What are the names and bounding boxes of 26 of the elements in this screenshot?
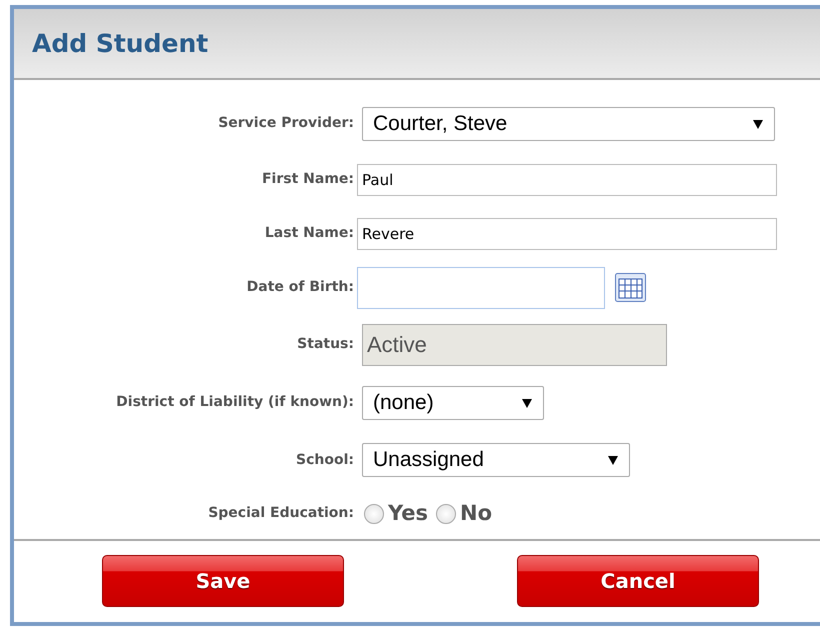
field-label: Date of Birth:: [246, 278, 355, 298]
dialog-title: Add Student: [32, 28, 208, 60]
field-label: School:: [295, 450, 355, 470]
save-button[interactable]: Save: [102, 555, 344, 608]
dropdown[interactable]: (none): [362, 386, 544, 420]
text-field[interactable]: Revere: [357, 218, 777, 250]
caret-icon: [607, 454, 619, 466]
caret-icon: [521, 396, 533, 409]
field-label: First Name:: [260, 170, 355, 190]
radio-button[interactable]: [436, 504, 456, 524]
field-label: District of Liability (if known):: [115, 393, 355, 412]
radio-label: No: [460, 500, 492, 527]
field-label: Status:: [296, 335, 355, 354]
calendar-icon[interactable]: [615, 273, 646, 302]
field-label: Last Name:: [264, 224, 355, 244]
field-label: Service Provider:: [217, 114, 355, 134]
radio-button[interactable]: [364, 504, 384, 524]
status-field: Active: [362, 324, 667, 366]
field-label: Special Education:: [207, 504, 355, 524]
caret-icon: [752, 118, 764, 130]
dropdown[interactable]: Unassigned: [362, 443, 630, 478]
dropdown[interactable]: Courter, Steve: [362, 106, 775, 141]
cancel-button[interactable]: Cancel: [517, 555, 759, 608]
text-field[interactable]: Paul: [357, 164, 777, 196]
radio-label: Yes: [388, 500, 428, 527]
date-field[interactable]: [357, 266, 605, 309]
